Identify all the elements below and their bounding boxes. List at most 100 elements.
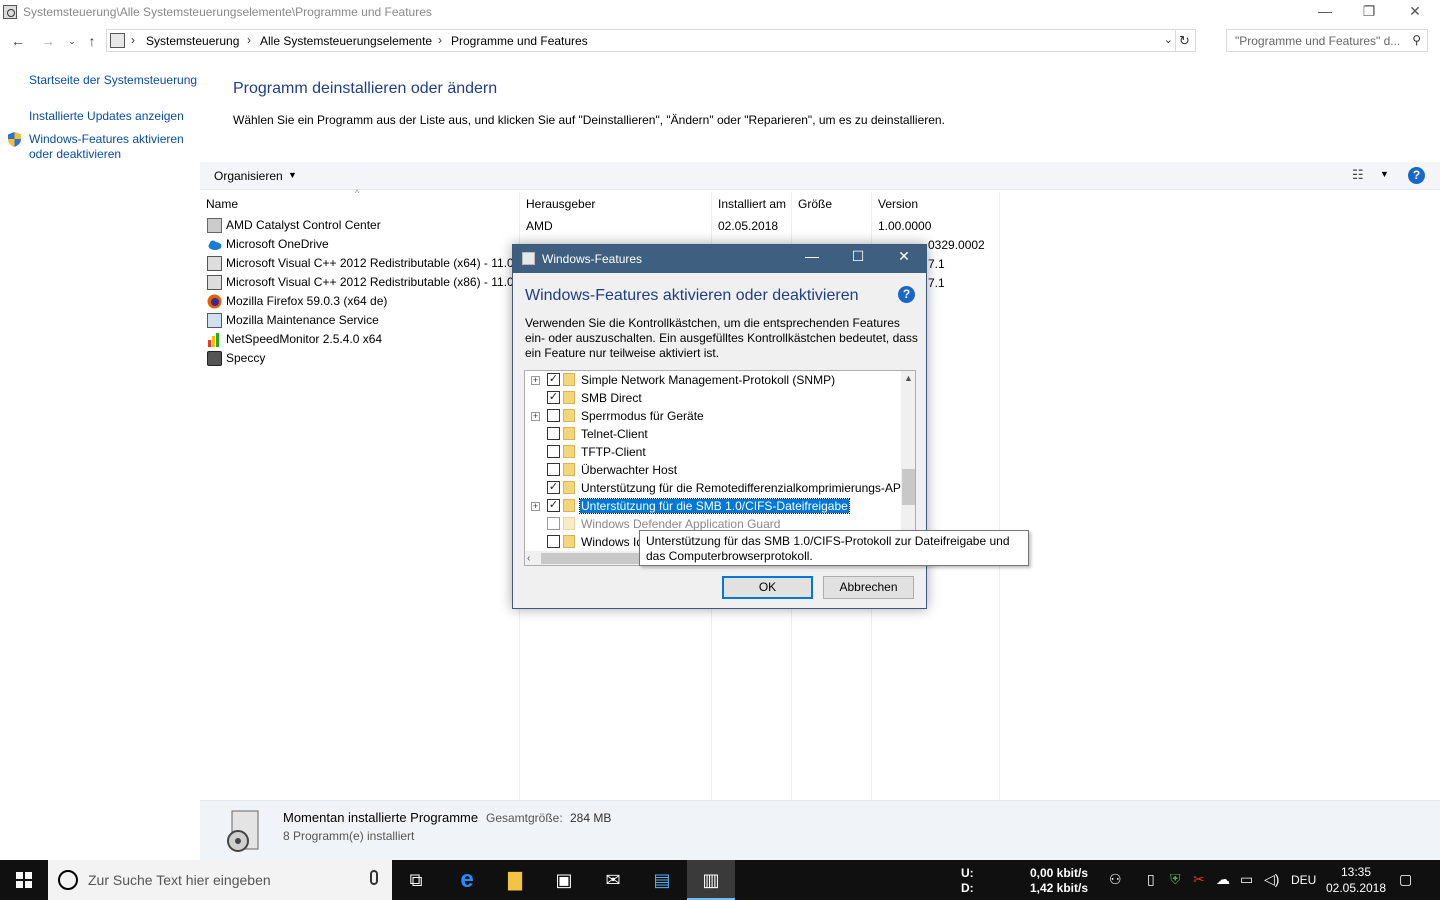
feature-item[interactable]: Telnet-Client xyxy=(525,425,901,443)
feature-label[interactable]: Simple Network Management-Protokoll (SNM… xyxy=(581,373,835,387)
column-header-publisher[interactable]: Herausgeber xyxy=(526,197,595,211)
feature-item[interactable]: + ✓ Simple Network Management-Protokoll … xyxy=(525,371,901,389)
vertical-scrollbar[interactable]: ▲ xyxy=(901,371,915,551)
close-button[interactable]: ✕ xyxy=(1392,0,1438,24)
feature-checkbox[interactable]: ✓ xyxy=(547,373,560,386)
search-input[interactable]: "Programme und Features" d... xyxy=(1235,34,1401,48)
dialog-help-icon[interactable]: ? xyxy=(898,286,915,303)
cortana-icon[interactable] xyxy=(58,870,78,890)
windows-start-icon[interactable] xyxy=(16,872,32,888)
breadcrumb-separator[interactable]: › xyxy=(247,33,251,47)
maximize-button[interactable]: ❐ xyxy=(1346,0,1392,24)
minimize-button[interactable]: — xyxy=(1302,0,1348,24)
feature-label[interactable]: Sperrmodus für Geräte xyxy=(581,409,704,423)
breadcrumb-separator[interactable]: › xyxy=(131,33,135,47)
control-panel-home-link[interactable]: Startseite der Systemsteuerung xyxy=(29,73,197,88)
input-language[interactable]: DEU xyxy=(1291,873,1316,887)
dialog-minimize-button[interactable]: — xyxy=(797,248,827,264)
column-header-version[interactable]: Version xyxy=(878,197,918,211)
back-arrow-icon[interactable]: ← xyxy=(8,31,28,51)
installed-updates-link[interactable]: Installierte Updates anzeigen xyxy=(29,109,184,124)
recent-locations-chevron-icon[interactable]: ⌄ xyxy=(62,31,82,51)
usb-icon[interactable]: ▯ xyxy=(1147,871,1155,888)
refresh-icon[interactable]: ↻ xyxy=(1175,30,1193,51)
feature-checkbox[interactable] xyxy=(547,445,560,458)
feature-label[interactable]: Unterstützung für die SMB 1.0/CIFS-Datei… xyxy=(579,498,850,514)
control-panel-taskbar-icon[interactable]: ▤ xyxy=(638,860,686,900)
program-row[interactable]: Mozilla Maintenance Service xyxy=(207,311,507,330)
feature-label[interactable]: Unterstützung für die Remotedifferenzial… xyxy=(581,481,901,495)
feature-checkbox[interactable] xyxy=(547,409,560,422)
dialog-close-button[interactable]: ✕ xyxy=(889,248,919,265)
organize-dropdown-icon[interactable]: ▼ xyxy=(288,170,297,180)
scroll-up-icon[interactable]: ▲ xyxy=(901,371,915,386)
people-icon[interactable]: ⚇ xyxy=(1109,871,1122,888)
view-options-icon[interactable]: ☷ xyxy=(1352,167,1364,183)
feature-label[interactable]: Windows Id xyxy=(581,535,643,549)
expand-icon[interactable]: + xyxy=(531,412,540,421)
scroll-thumb[interactable] xyxy=(541,553,641,564)
feature-checkbox[interactable] xyxy=(547,463,560,476)
up-arrow-icon[interactable]: ↑ xyxy=(82,31,102,51)
breadcrumb-separator[interactable]: › xyxy=(438,33,442,47)
ok-button[interactable]: OK xyxy=(722,576,813,599)
breadcrumb-alle-elemente[interactable]: Alle Systemsteuerungselemente xyxy=(260,34,432,48)
breadcrumb-systemsteuerung[interactable]: Systemsteuerung xyxy=(146,34,239,48)
windows-features-link[interactable]: Windows-Features aktivieren oder deaktiv… xyxy=(29,132,194,162)
dialog-maximize-button[interactable]: ☐ xyxy=(843,248,873,265)
network-error-icon[interactable]: ✂ xyxy=(1193,871,1205,888)
feature-label[interactable]: Telnet-Client xyxy=(581,427,648,441)
feature-checkbox[interactable]: ✓ xyxy=(547,499,560,512)
feature-label[interactable]: Überwachter Host xyxy=(581,463,677,477)
feature-item[interactable]: Überwachter Host xyxy=(525,461,901,479)
feature-checkbox[interactable]: ✓ xyxy=(547,481,560,494)
feature-checkbox[interactable] xyxy=(547,535,560,548)
organize-button[interactable]: Organisieren xyxy=(214,169,283,183)
clock[interactable]: 13:35 02.05.2018 xyxy=(1318,864,1394,896)
action-center-icon[interactable]: ▢ xyxy=(1399,871,1412,888)
task-view-icon[interactable]: ⧉ xyxy=(392,860,440,900)
feature-item[interactable]: ✓ SMB Direct xyxy=(525,389,901,407)
column-header-name[interactable]: Name xyxy=(206,197,238,211)
expand-icon[interactable]: + xyxy=(531,376,540,385)
feature-item-selected[interactable]: + ✓ Unterstützung für die SMB 1.0/CIFS-D… xyxy=(525,497,901,515)
address-dropdown-chevron-icon[interactable]: ⌄ xyxy=(1164,33,1173,46)
feature-checkbox[interactable] xyxy=(547,517,560,530)
breadcrumb-programme[interactable]: Programme und Features xyxy=(451,34,588,48)
expand-icon[interactable]: + xyxy=(531,502,540,511)
view-dropdown-icon[interactable]: ▼ xyxy=(1380,169,1389,179)
program-row[interactable]: Microsoft Visual C++ 2012 Redistributabl… xyxy=(207,254,524,273)
program-row[interactable]: Mozilla Firefox 59.0.3 (x64 de) xyxy=(207,292,507,311)
program-row[interactable]: Microsoft Visual C++ 2012 Redistributabl… xyxy=(207,273,524,292)
file-explorer-icon[interactable]: ▇ xyxy=(491,860,539,900)
feature-label[interactable]: SMB Direct xyxy=(581,391,642,405)
defender-shield-icon[interactable]: ⛨ xyxy=(1170,871,1181,888)
feature-item[interactable]: TFTP-Client xyxy=(525,443,901,461)
network-icon[interactable]: ▭ xyxy=(1240,871,1253,888)
volume-icon[interactable]: ◁) xyxy=(1264,871,1279,888)
taskbar-search-input[interactable]: Zur Suche Text hier eingeben xyxy=(88,872,271,888)
edge-browser-icon[interactable]: e xyxy=(443,860,491,900)
feature-checkbox[interactable] xyxy=(547,427,560,440)
onedrive-tray-icon[interactable]: ☁ xyxy=(1216,871,1230,888)
mail-icon[interactable]: ✉ xyxy=(589,860,637,900)
feature-checkbox[interactable]: ✓ xyxy=(547,391,560,404)
cancel-button[interactable]: Abbrechen xyxy=(823,576,914,599)
feature-item[interactable]: + Sperrmodus für Geräte xyxy=(525,407,901,425)
scroll-left-icon[interactable]: ‹ xyxy=(527,551,530,565)
program-row[interactable]: Speccy xyxy=(207,349,507,368)
scroll-thumb[interactable] xyxy=(902,469,915,505)
help-icon[interactable]: ? xyxy=(1408,167,1425,184)
programs-features-taskbar-icon[interactable]: ▥ xyxy=(687,860,735,900)
forward-arrow-icon[interactable]: → xyxy=(38,31,58,51)
column-header-installed-on[interactable]: Installiert am xyxy=(718,197,786,211)
program-row[interactable]: Microsoft OneDrive xyxy=(207,235,507,254)
address-bar[interactable]: › Systemsteuerung › Alle Systemsteuerung… xyxy=(106,29,1196,52)
microphone-icon[interactable] xyxy=(370,870,378,885)
column-header-size[interactable]: Größe xyxy=(798,197,832,211)
search-icon[interactable]: ⚲ xyxy=(1412,33,1421,47)
store-icon[interactable]: ▣ xyxy=(540,860,588,900)
feature-label[interactable]: TFTP-Client xyxy=(581,445,646,459)
taskbar-search-box[interactable]: Zur Suche Text hier eingeben xyxy=(48,860,392,900)
program-row[interactable]: NetSpeedMonitor 2.5.4.0 x64 xyxy=(207,330,507,349)
